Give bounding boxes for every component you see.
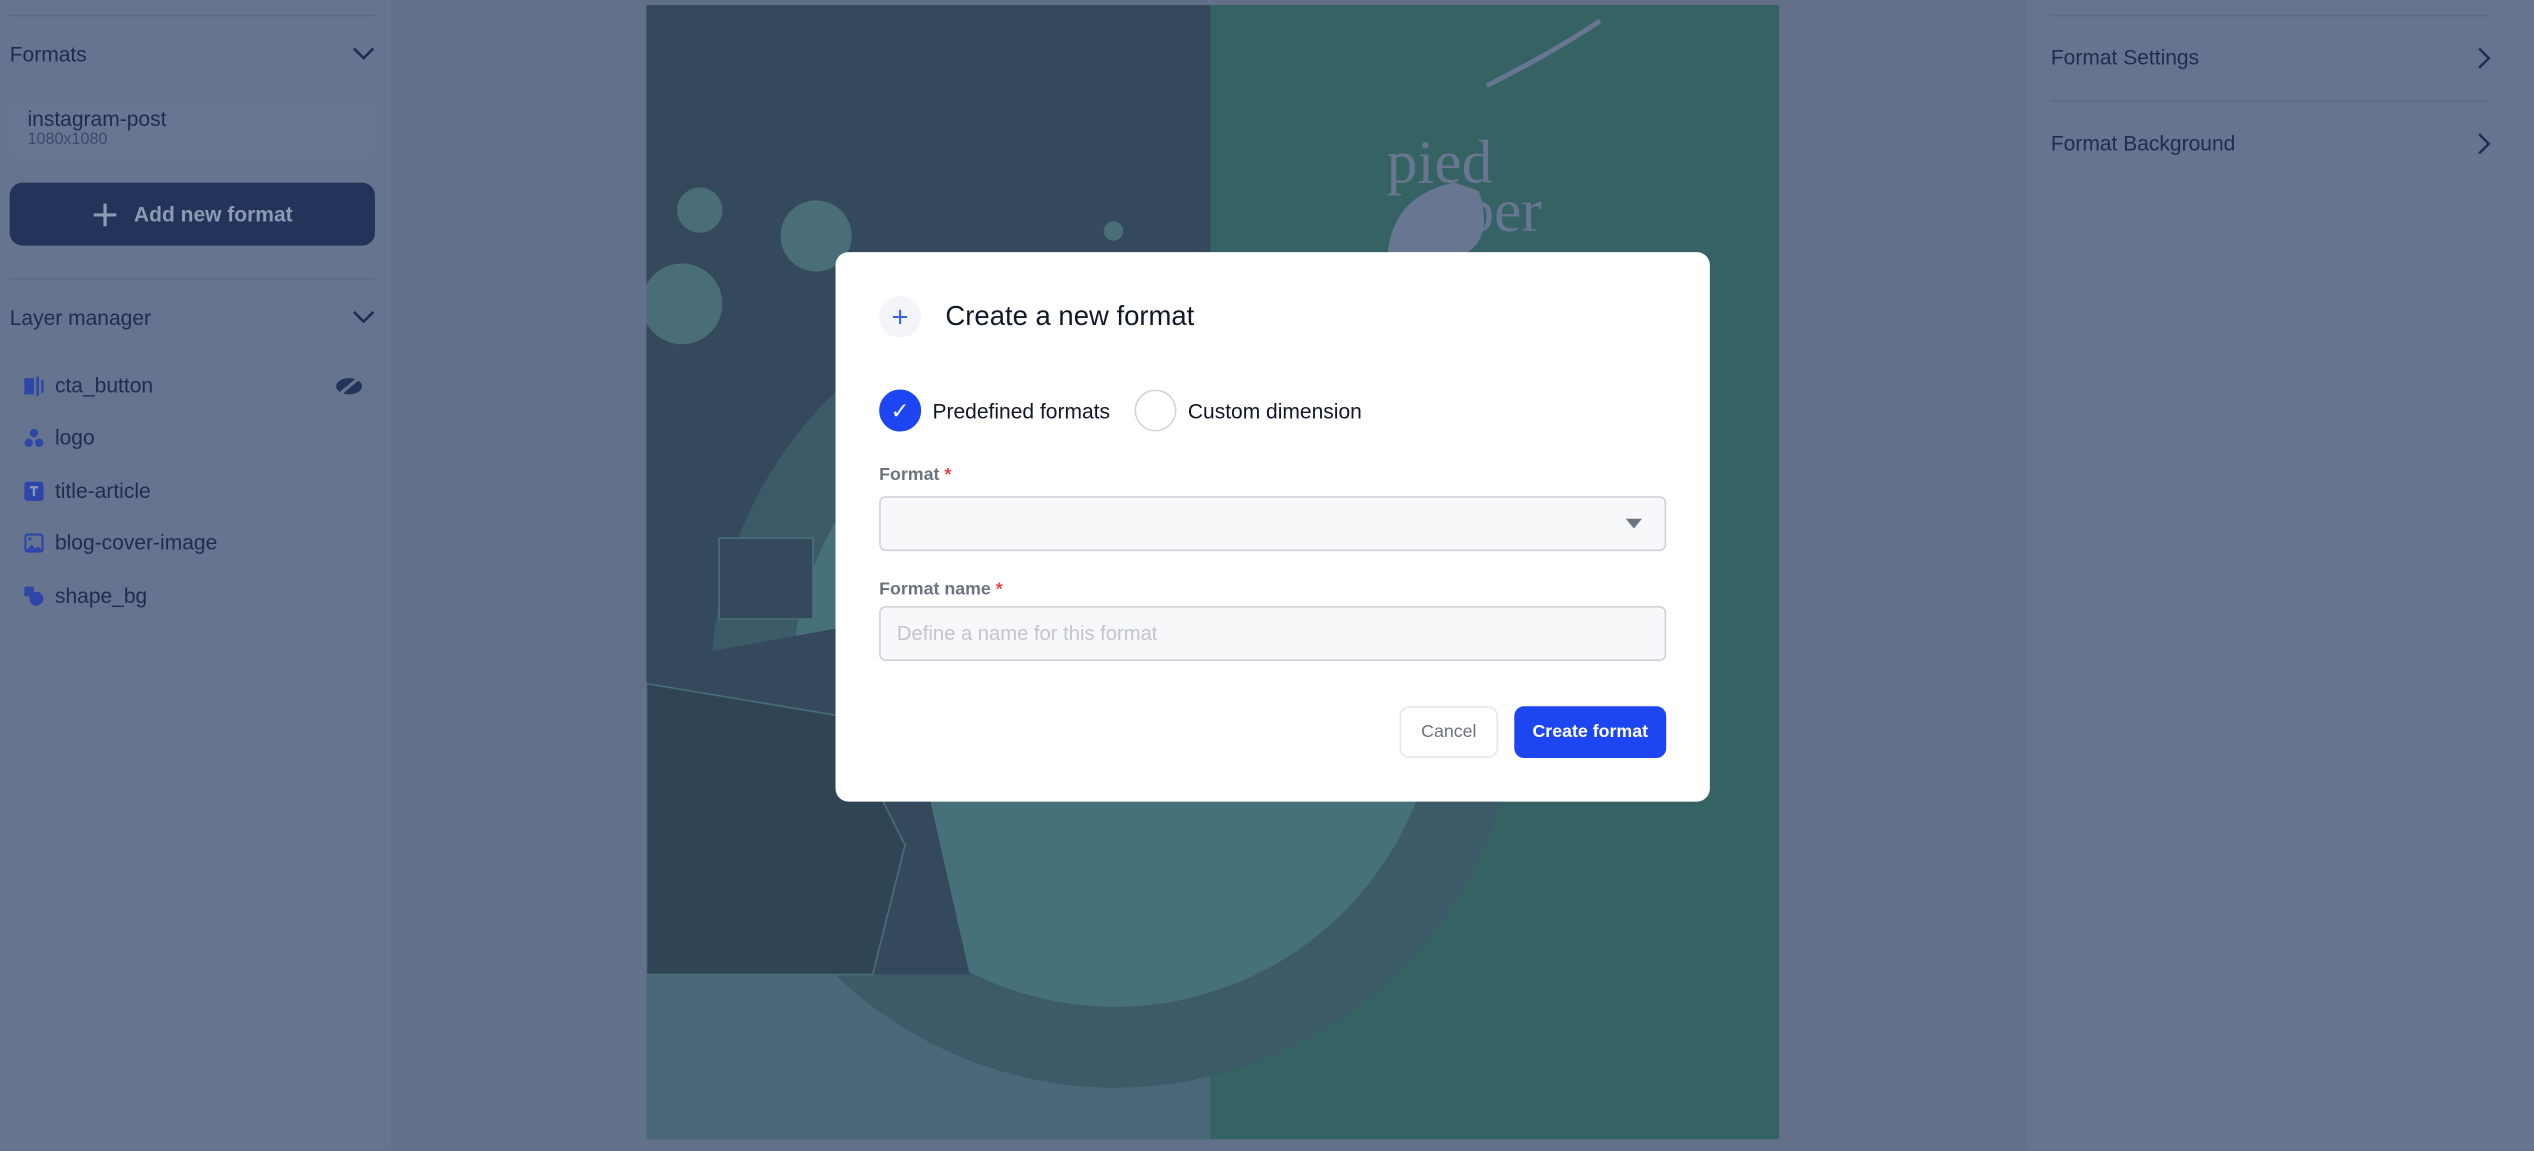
layer-blog-cover-image[interactable]: blog-cover-image [24,530,363,554]
plus-icon: + [879,295,922,338]
plus-icon [93,202,117,226]
image-icon [24,532,44,552]
formats-section-header[interactable]: Formats [10,42,375,66]
caret-down-icon [1625,518,1642,529]
right-panel: Format Settings Format Background [2026,0,2534,1151]
format-label: Format * [879,465,952,485]
layer-label: shape_bg [54,583,148,608]
layer-label: cta_button [54,373,154,398]
layer-label: title-article [54,478,151,503]
add-new-format-button[interactable]: Add new format [9,182,375,246]
create-format-modal: + Create a new format ✓ Predefined forma… [835,252,1710,802]
format-settings-label: Format Settings [2050,45,2200,70]
predefined-formats-radio[interactable]: ✓ Predefined formats [879,389,1111,432]
create-format-button[interactable]: Create format [1514,706,1667,758]
left-sidebar: Formats instagram-post 1080x1080 Add new… [0,0,392,1151]
format-background-item[interactable]: Format Background [2051,131,2491,155]
format-name-label: Format name * [879,580,1003,600]
check-icon: ✓ [879,389,922,432]
divider [2050,100,2491,102]
add-format-label: Add new format [133,202,293,227]
custom-dimension-radio[interactable]: Custom dimension [1134,389,1362,432]
format-name-input[interactable] [879,606,1667,661]
eye-slash-icon[interactable] [335,376,364,395]
layer-label: logo [54,425,95,450]
format-select[interactable] [879,496,1667,552]
chevron-down-icon[interactable] [352,310,375,325]
layer-manager-header[interactable]: Layer manager [9,305,375,330]
layer-logo[interactable]: logo [24,425,363,449]
format-name: instagram-post [27,106,167,131]
cancel-button[interactable]: Cancel [1399,706,1499,758]
text-icon [24,480,44,501]
radio-label: Custom dimension [1187,398,1362,423]
layer-manager-title: Layer manager [9,305,152,330]
layer-title-article[interactable]: title-article [24,478,363,503]
button-icon [24,375,44,396]
chevron-down-icon[interactable] [352,47,375,62]
radio-label: Predefined formats [932,398,1111,423]
chevron-right-icon [2478,132,2491,154]
modal-title: Create a new format [945,300,1195,332]
layer-shape-bg[interactable]: shape_bg [24,583,363,608]
format-size: 1080x1080 [27,130,108,149]
layer-label: blog-cover-image [54,530,218,555]
format-item-instagram-post[interactable]: instagram-post 1080x1080 [9,98,375,160]
divider [2050,14,2491,17]
logo-text-piper: piper [1416,177,1542,245]
format-settings-item[interactable]: Format Settings [2051,45,2491,69]
layer-cta-button[interactable]: cta_button [24,373,364,398]
format-background-label: Format Background [2050,130,2236,156]
chevron-right-icon [2478,46,2491,68]
shape-icon [24,585,44,605]
divider [9,14,375,17]
divider [9,277,375,280]
radio-circle [1134,389,1177,432]
shapes-icon [24,428,44,447]
formats-title: Formats [9,42,87,67]
